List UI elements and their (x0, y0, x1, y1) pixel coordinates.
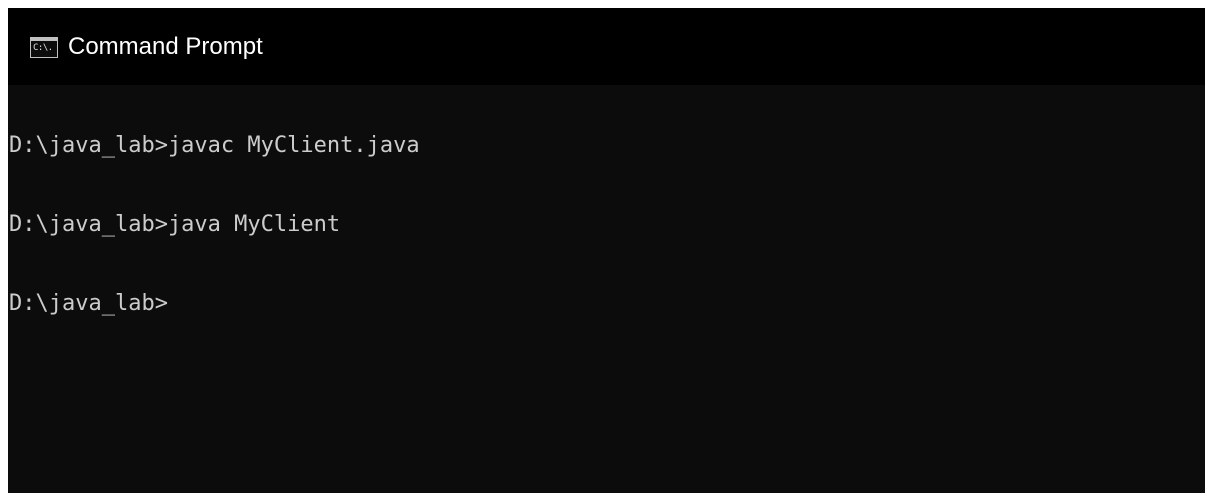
console-prompt-line: D:\java_lab> (9, 291, 168, 316)
console-icon-glyph: C:\. (33, 43, 53, 53)
console-line: D:\java_lab>javac MyClient.java (9, 133, 420, 158)
window-title: Command Prompt (68, 33, 263, 60)
command-prompt-window: C:\. Command Prompt D:\java_lab>javac My… (8, 8, 1205, 493)
title-bar[interactable]: C:\. Command Prompt (8, 8, 1205, 85)
console-icon-bar (31, 38, 57, 41)
console-line: D:\java_lab>java MyClient (9, 212, 341, 237)
console-icon[interactable]: C:\. (30, 37, 58, 58)
console-output[interactable]: D:\java_lab>javac MyClient.java D:\java_… (8, 85, 1205, 493)
